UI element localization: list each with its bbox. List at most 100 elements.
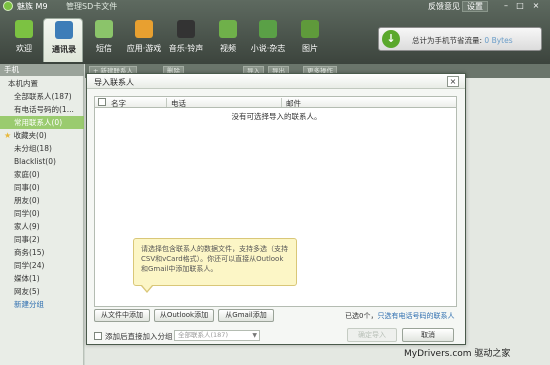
selection-count: 已选0个， (345, 312, 378, 320)
sidebar-item-media[interactable]: 媒体(1) (0, 272, 84, 285)
tab-music[interactable]: 音乐·铃声 (166, 18, 206, 62)
apps-icon (135, 20, 153, 38)
sidebar-item-colleagues[interactable]: 同事(0) (0, 181, 84, 194)
sms-icon (95, 20, 113, 38)
book-icon (259, 20, 277, 38)
sidebar-header-label: 手机 (4, 65, 19, 74)
tab-label: 短信 (96, 44, 112, 53)
cancel-button[interactable]: 取消 (402, 328, 454, 342)
sidebar-item-favorites[interactable]: ★ 收藏夹(0) (0, 129, 84, 142)
tab-label: 视频 (220, 44, 236, 53)
sidebar-item-label: 收藏夹(0) (13, 131, 47, 140)
group-select-value: 全部联系人(187) (178, 331, 228, 339)
tab-books[interactable]: 小说·杂志 (248, 18, 288, 62)
tooltip-text: 请选择包含联系人的数据文件，支持多选（支持CSV和vCard格式）。你还可以直接… (141, 245, 288, 273)
tab-label: 应用·游戏 (126, 44, 162, 53)
tab-pictures[interactable]: 图片 (290, 18, 330, 62)
sidebar-item-label: 同事(0) (14, 183, 40, 192)
star-icon: ★ (4, 131, 12, 140)
tab-label: 图片 (302, 44, 318, 53)
traffic-value: 0 Bytes (484, 36, 513, 45)
sidebar-item-label: 家庭(0) (14, 170, 40, 179)
tooltip-tail-inner (142, 285, 152, 291)
sidebar-item-all[interactable]: 全部联系人(187) (0, 90, 84, 103)
add-to-group-checkbox[interactable] (94, 332, 102, 340)
headphones-icon (177, 20, 195, 38)
contacts-icon (55, 21, 73, 39)
sidebar-item-with-phone[interactable]: 有电话号码的(1... (0, 103, 84, 116)
sidebar-item-relatives[interactable]: 家人(9) (0, 220, 84, 233)
manage-sd-button[interactable]: 管理SD卡文件 (66, 1, 117, 12)
settings-button[interactable]: 设置 (462, 1, 488, 12)
sidebar-item-coworkers[interactable]: 同事(2) (0, 233, 84, 246)
group-select[interactable]: 全部联系人(187) ▼ (174, 330, 260, 341)
add-to-group-label: 添加后直接加入分组 (105, 332, 173, 341)
sidebar-item-label: 同事(2) (14, 235, 40, 244)
video-icon (219, 20, 237, 38)
tab-apps[interactable]: 应用·游戏 (124, 18, 164, 62)
table-header: 名字 电话 邮件 (94, 96, 457, 108)
close-icon[interactable]: × (447, 76, 459, 87)
sidebar-item-business[interactable]: 商务(15) (0, 246, 84, 259)
sidebar-item-netfriends[interactable]: 网友(5) (0, 285, 84, 298)
feedback-link[interactable]: 反馈意见 (428, 1, 460, 12)
sidebar-item-blacklist[interactable]: Blacklist(0) (0, 155, 84, 168)
selection-info: 已选0个，只选有电话号码的联系人 (345, 311, 454, 321)
sidebar-item-label: 家人(9) (14, 222, 40, 231)
maximize-icon[interactable]: □ (514, 1, 526, 11)
new-group-link[interactable]: 新建分组 (0, 298, 84, 311)
sidebar-item-label: Blacklist(0) (14, 157, 56, 166)
tab-label: 通讯录 (52, 45, 76, 54)
sidebar-item-friends[interactable]: 朋友(0) (0, 194, 84, 207)
sidebar-item-family[interactable]: 家庭(0) (0, 168, 84, 181)
traffic-text: 总计为手机节省流量: 0 Bytes (412, 35, 513, 46)
sidebar-item-label: 新建分组 (14, 300, 44, 309)
title-bar: 魅族 M9 管理SD卡文件 反馈意见 设置 – □ × (0, 0, 550, 12)
sidebar-item-label: 朋友(0) (14, 196, 40, 205)
main-tabs: 欢迎 通讯录 短信 应用·游戏 音乐·铃声 视频 小说·杂志 图片 (0, 18, 340, 62)
tab-contacts[interactable]: 通讯录 (43, 18, 83, 62)
tab-label: 小说·杂志 (250, 44, 286, 53)
confirm-import-button[interactable]: 确定导入 (347, 328, 397, 342)
traffic-saved-panel: ↓ 总计为手机节省流量: 0 Bytes (378, 27, 542, 51)
picture-icon (301, 20, 319, 38)
tab-welcome[interactable]: 欢迎 (4, 18, 44, 62)
tab-label: 欢迎 (16, 44, 32, 53)
sidebar-item-label: 网友(5) (14, 287, 40, 296)
sidebar-item-schoolmates[interactable]: 同学(24) (0, 259, 84, 272)
sidebar-item-label: 媒体(1) (14, 274, 40, 283)
sidebar-item-frequent[interactable]: 常用联系人(0) (0, 116, 84, 129)
close-icon[interactable]: × (530, 1, 542, 11)
minimize-icon[interactable]: – (500, 1, 512, 11)
sidebar-item-label: 本机内置 (8, 79, 38, 88)
tab-sms[interactable]: 短信 (84, 18, 124, 62)
device-name: 魅族 M9 (17, 2, 48, 11)
import-tooltip: 请选择包含联系人的数据文件，支持多选（支持CSV和vCard格式）。你还可以直接… (133, 238, 297, 286)
select-all-checkbox[interactable] (98, 98, 106, 106)
chevron-down-icon: ▼ (252, 332, 257, 339)
sidebar-item-ungrouped[interactable]: 未分组(18) (0, 142, 84, 155)
sidebar-item-label: 有电话号码的(1... (14, 105, 74, 114)
sidebar-header: 手机 (0, 64, 84, 76)
sidebar-item-builtin[interactable]: 本机内置 (0, 77, 84, 90)
sidebar-item-label: 常用联系人(0) (14, 118, 63, 127)
select-with-phone-link[interactable]: 只选有电话号码的联系人 (377, 312, 454, 320)
add-from-gmail-button[interactable]: 从Gmail添加 (218, 309, 274, 322)
column-divider (166, 98, 167, 107)
column-divider (281, 98, 282, 107)
add-from-file-button[interactable]: 从文件中添加 (94, 309, 150, 322)
contacts-table: 名字 电话 邮件 没有可选择导入的联系人。 (94, 96, 457, 365)
sidebar-item-label: 全部联系人(187) (14, 92, 72, 101)
tab-video[interactable]: 视频 (208, 18, 248, 62)
device-logo-icon (3, 1, 13, 11)
import-contacts-dialog: 导入联系人 × 名字 电话 邮件 没有可选择导入的联系人。 请选择包含联系人的数… (86, 73, 466, 345)
add-from-outlook-button[interactable]: 从Outlook添加 (154, 309, 214, 322)
top-bar: 魅族 M9 管理SD卡文件 反馈意见 设置 – □ × 欢迎 通讯录 短信 应用… (0, 0, 550, 64)
contacts-sidebar: 手机 本机内置 全部联系人(187) 有电话号码的(1... 常用联系人(0) … (0, 64, 84, 365)
tab-label: 音乐·铃声 (168, 44, 204, 53)
sidebar-item-label: 商务(15) (14, 248, 45, 257)
sidebar-item-classmates[interactable]: 同学(0) (0, 207, 84, 220)
sidebar-item-label: 同学(24) (14, 261, 45, 270)
traffic-label: 总计为手机节省流量: (412, 36, 483, 45)
empty-message: 没有可选择导入的联系人。 (231, 112, 322, 121)
